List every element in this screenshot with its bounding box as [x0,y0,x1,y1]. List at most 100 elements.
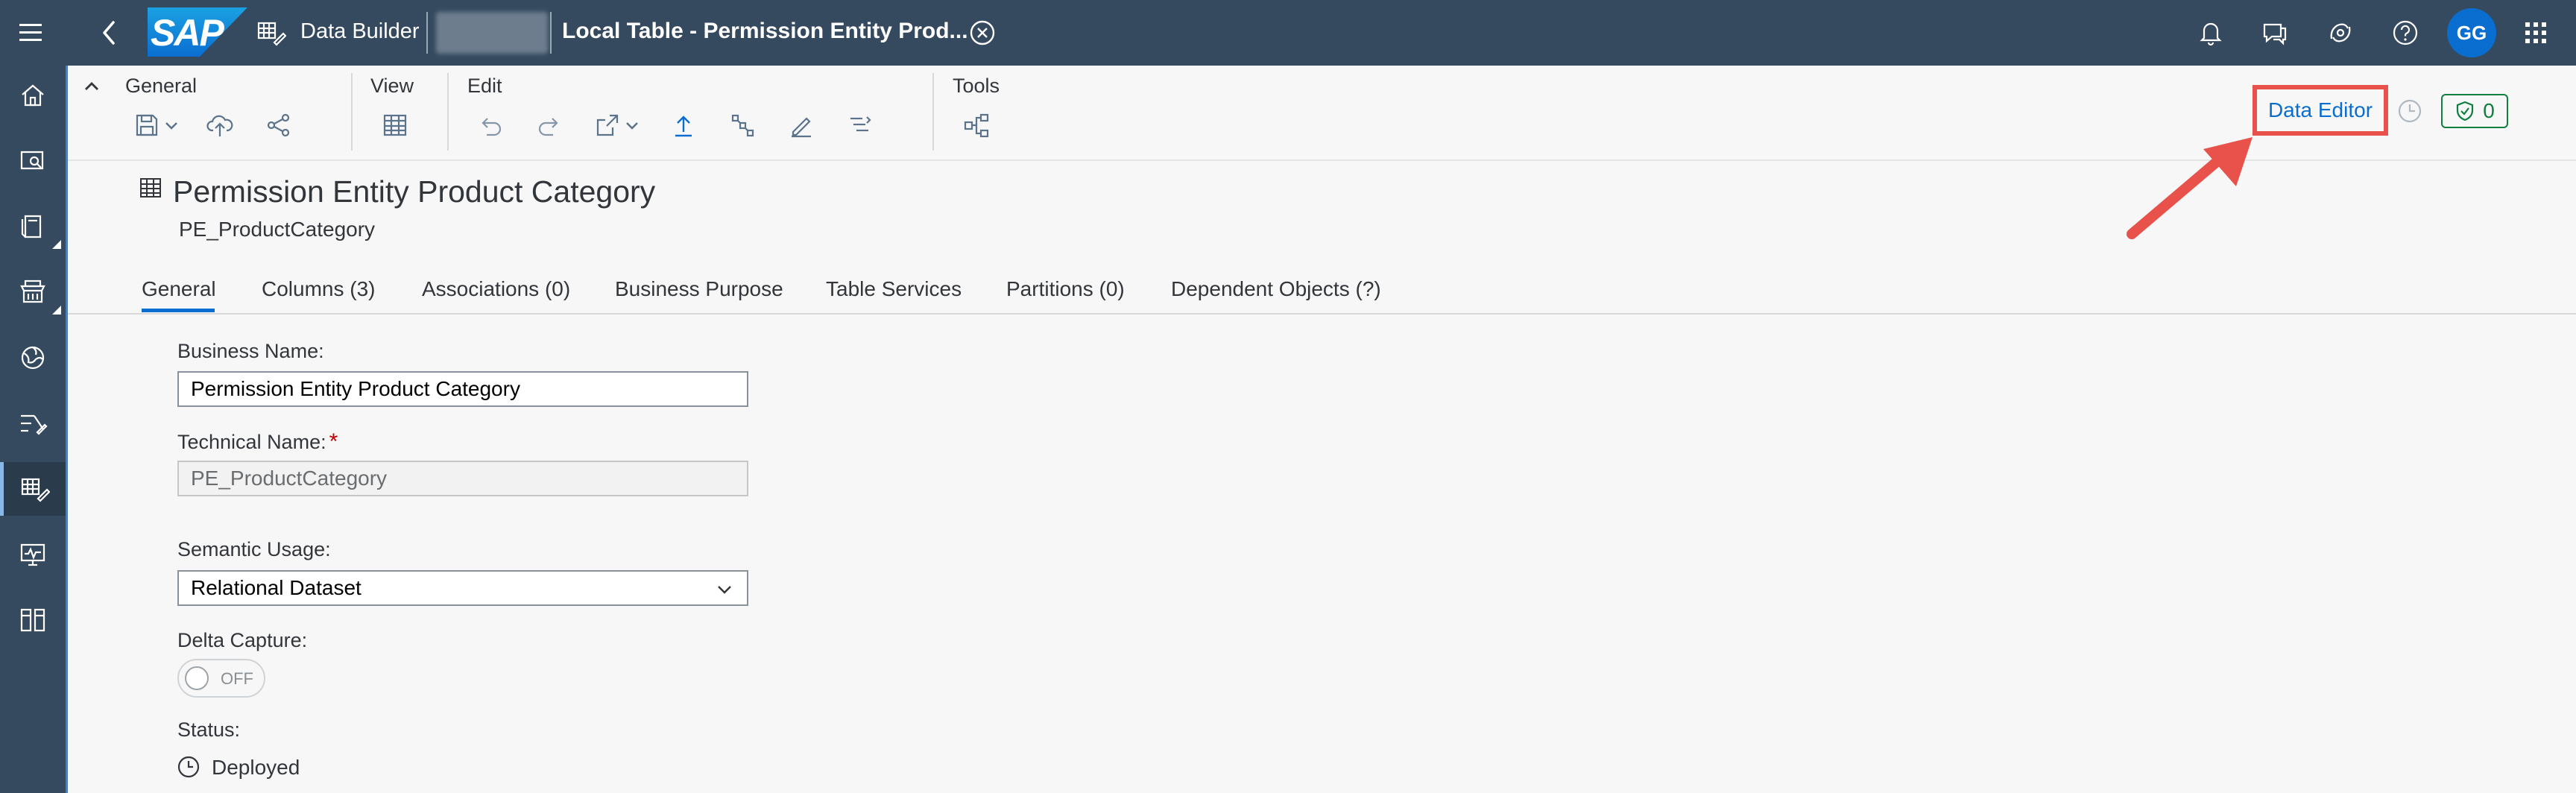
sort-columns-button[interactable] [841,106,880,145]
group-label-view: View [370,75,414,97]
status-label: Status: [177,718,241,741]
back-icon[interactable] [97,18,121,48]
shell-separator [550,12,552,54]
table-icon [383,114,407,136]
data-editor-button[interactable]: Data Editor [2258,91,2382,130]
semantic-usage-label: Semantic Usage: [177,538,331,560]
toolbar-separator [351,73,353,151]
menu-icon[interactable] [16,19,46,46]
group-label-tools: Tools [953,75,1000,97]
nav-business-builder[interactable] [0,331,66,385]
nav-edge [66,66,68,793]
data-builder-icon [21,478,50,502]
user-avatar[interactable]: GG [2447,8,2496,57]
group-label-general: General [125,75,198,97]
tab-divider [68,313,2576,315]
tab-columns[interactable]: Columns (3) [262,277,375,301]
shell-bar: SAP Data Builder Local Table - Permissio… [0,0,2576,66]
nav-repository[interactable] [0,200,66,253]
semantic-usage-select[interactable]: Relational Dataset [177,570,748,606]
cloud-upload-icon [206,115,233,136]
tab-table-services[interactable]: Table Services [826,277,962,301]
sort-icon [850,116,871,132]
shell-separator [426,12,428,54]
delta-capture-toggle[interactable]: OFF [177,659,265,698]
table-icon [139,176,162,200]
edit-button[interactable] [782,106,821,145]
deploy-button[interactable] [201,106,239,145]
sap-logo-text: SAP [151,12,224,54]
document-title: Local Table - Permission Entity Prod... [562,19,968,43]
tab-dependent-objects[interactable]: Dependent Objects (?) [1171,277,1381,301]
delta-capture-label: Delta Capture: [177,629,308,651]
share-button[interactable] [259,106,298,145]
data-editor-label: Data Editor [2267,98,2373,121]
tab-associations[interactable]: Associations (0) [422,277,570,301]
undo-button[interactable] [471,106,510,145]
expand-indicator-icon [52,240,61,249]
business-name-label: Business Name: [177,340,324,362]
nav-data-builder[interactable] [0,462,66,516]
feedback-icon[interactable] [2260,18,2290,48]
nav-monitor[interactable] [0,528,66,581]
tools-button[interactable] [957,106,996,145]
export-icon [596,114,619,136]
avatar-initials: GG [2456,21,2487,44]
save-dropdown-icon[interactable] [159,110,184,140]
nav-transport[interactable] [0,593,66,647]
marketplace-icon [20,279,45,303]
help-icon[interactable] [2390,18,2420,48]
table-view-button[interactable] [376,106,414,145]
home-icon [22,84,44,107]
shield-check-icon [2457,101,2474,121]
validation-count: 0 [2483,99,2495,122]
product-switch-icon[interactable] [2522,19,2549,46]
pencil-icon [792,117,811,138]
group-label-edit: Edit [467,75,502,97]
repository-icon [21,215,42,238]
app-name[interactable]: Data Builder [300,19,420,44]
data-flow-icon [21,414,48,435]
globe-icon [21,346,45,370]
chevron-down-icon [718,586,731,594]
impact-lineage-button[interactable] [723,106,762,145]
toolbar-separator [447,73,449,151]
validation-button[interactable]: 0 [2441,94,2508,128]
tab-business-purpose[interactable]: Business Purpose [615,277,783,301]
tab-partitions[interactable]: Partitions (0) [1006,277,1125,301]
nav-home[interactable] [0,69,66,122]
business-name-input[interactable]: Permission Entity Product Category [177,371,748,407]
share-icon [267,113,290,137]
sap-logo: SAP [148,7,247,57]
save-icon [136,114,158,136]
upload-icon [675,116,692,137]
redo-button[interactable] [530,106,569,145]
notifications-icon[interactable] [2196,18,2226,48]
history-icon[interactable] [2396,97,2424,125]
community-icon[interactable] [2326,18,2355,48]
data-builder-icon [256,18,287,48]
nav-catalog[interactable] [0,134,66,188]
expand-indicator-icon [52,306,61,315]
status-value: Deployed [212,756,300,779]
toggle-knob [185,666,209,690]
required-marker: * [329,429,338,454]
space-name-blurred[interactable] [436,12,548,54]
collapse-toolbar-icon[interactable] [81,76,102,97]
nav-data-marketplace[interactable] [0,265,66,319]
export-dropdown-icon[interactable] [619,110,645,140]
object-title: Permission Entity Product Category [173,174,656,209]
tab-active-indicator [142,309,215,312]
close-tab-icon[interactable] [967,18,997,48]
hierarchy-icon [964,113,989,138]
technical-name-label: Technical Name: * [177,429,338,454]
tab-general[interactable]: General [142,277,216,301]
upload-button[interactable] [664,106,703,145]
annotation-arrow [2127,137,2253,239]
lineage-icon [731,114,754,137]
catalog-search-icon [20,151,44,170]
nav-data-integration[interactable] [0,396,66,450]
redo-icon [538,118,558,136]
technical-name-input: PE_ProductCategory [177,461,748,496]
toggle-state: OFF [221,669,253,688]
